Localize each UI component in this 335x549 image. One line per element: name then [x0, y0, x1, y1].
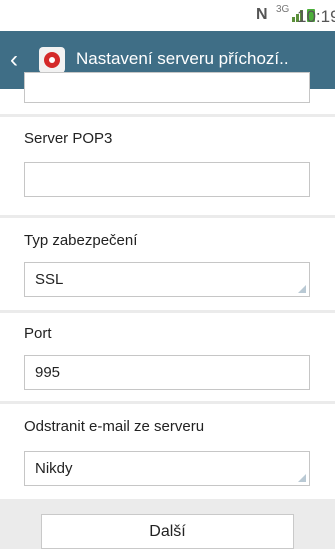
port-label: Port [24, 325, 52, 342]
dropdown-corner-icon [298, 474, 306, 482]
port-card: Port 995 [0, 313, 335, 401]
status-bar: N 3G 10:19 [0, 0, 335, 31]
delete-email-select[interactable]: Nikdy [24, 451, 310, 486]
clock: 10:19 [297, 7, 335, 26]
nfc-icon: N [256, 6, 268, 23]
page-title: Nastavení serveru příchozí.. [76, 49, 289, 68]
previous-field-card [0, 72, 335, 114]
delete-email-label: Odstranit e-mail ze serveru [24, 418, 205, 435]
security-type-label: Typ zabezpečení [24, 232, 138, 249]
security-type-select[interactable]: SSL [24, 262, 310, 297]
security-type-card: Typ zabezpečení SSL [0, 218, 335, 310]
delete-email-card: Odstranit e-mail ze serveru Nikdy [0, 404, 335, 499]
server-pop3-input[interactable] [24, 162, 310, 197]
next-button[interactable]: Další [41, 514, 294, 549]
port-input[interactable]: 995 [24, 355, 310, 390]
settings-form: Server POP3 Typ zabezpečení SSL Port 995… [0, 72, 335, 549]
dropdown-corner-icon [298, 285, 306, 293]
delete-email-value: Nikdy [35, 460, 73, 477]
security-type-value: SSL [35, 271, 64, 288]
server-pop3-card: Server POP3 [0, 117, 335, 215]
back-chevron-icon[interactable]: ‹ [10, 48, 18, 72]
server-pop3-label: Server POP3 [24, 130, 113, 147]
email-app-icon[interactable] [39, 47, 65, 73]
previous-field[interactable] [24, 72, 310, 103]
network-3g-icon: 3G [276, 4, 290, 15]
